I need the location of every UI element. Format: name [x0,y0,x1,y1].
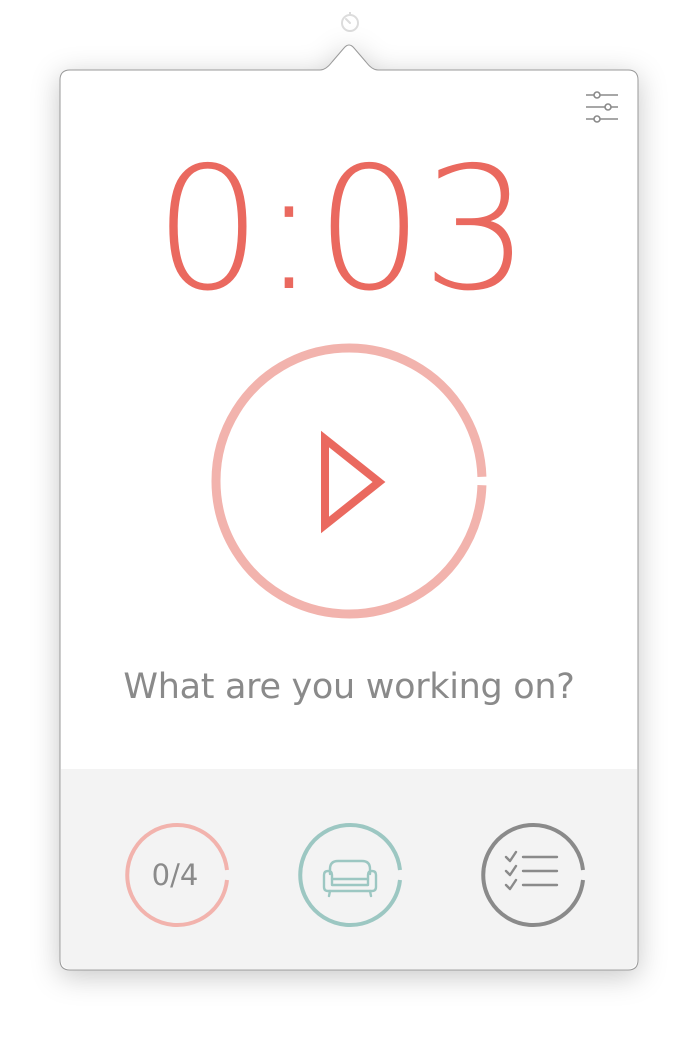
task-list-button[interactable] [479,821,587,929]
task-input[interactable]: What are you working on? [61,667,637,707]
progress-ring [211,343,487,619]
play-button[interactable] [211,343,487,619]
footer-bar: 0/4 [61,769,637,969]
timer-popover: 0:03 What are you working on? 0/4 [0,0,698,1038]
break-ring [298,823,402,927]
break-button[interactable] [296,821,404,929]
pomodoro-count: 0/4 [151,858,199,892]
timer-display: 0:03 [154,131,530,329]
settings-button[interactable] [585,89,619,125]
play-icon [321,430,386,534]
couch-icon [322,859,378,898]
tasks-ring [481,823,585,927]
pomodoro-counter-button[interactable]: 0/4 [123,821,231,929]
popover-panel: 0:03 What are you working on? 0/4 [61,71,637,969]
sliders-icon [586,91,618,123]
checklist-icon [504,850,559,891]
